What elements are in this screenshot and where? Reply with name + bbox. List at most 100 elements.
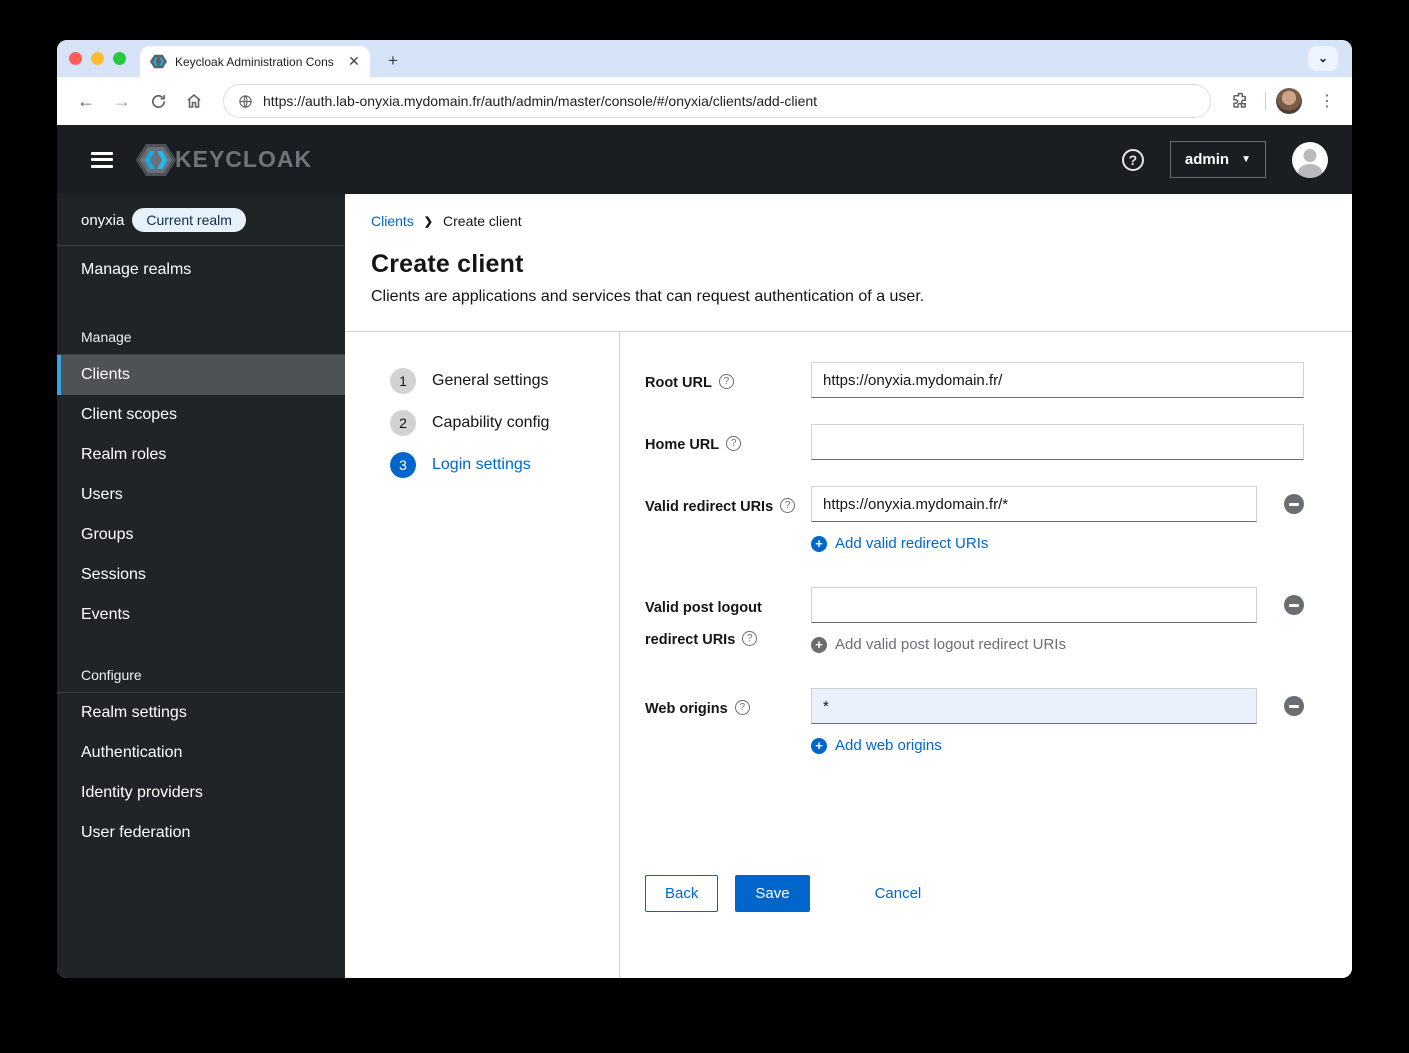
url-input[interactable] [263, 93, 1196, 109]
page-subtitle: Clients are applications and services th… [371, 288, 925, 305]
step-number: 2 [390, 410, 416, 436]
address-bar[interactable] [223, 84, 1211, 118]
web-origins-row: Web origins ? + Add web origins [645, 688, 1304, 755]
wizard-step-general-settings[interactable]: 1 General settings [390, 368, 619, 394]
valid-redirect-uris-label-text: Valid redirect URIs [645, 499, 774, 515]
realm-name: onyxia [81, 211, 125, 229]
valid-redirect-uris-row: Valid redirect URIs ? + Add valid redire… [645, 486, 1304, 553]
wizard-step-capability-config[interactable]: 2 Capability config [390, 410, 619, 436]
tab-close-icon[interactable]: ✕ [346, 53, 362, 70]
remove-web-origin-icon[interactable] [1284, 696, 1304, 716]
keycloak-favicon [150, 54, 167, 69]
user-dropdown-label: admin [1184, 151, 1230, 168]
form-actions: Back Save Cancel [645, 875, 1304, 952]
step-label: Capability config [432, 414, 550, 431]
sidebar-item-user-federation[interactable]: User federation [57, 813, 345, 853]
sidebar-item-users[interactable]: Users [57, 475, 345, 515]
root-url-input[interactable] [811, 362, 1304, 398]
sidebar-item-groups[interactable]: Groups [57, 515, 345, 555]
sidebar-item-authentication[interactable]: Authentication [57, 733, 345, 773]
step-label: Login settings [432, 456, 531, 473]
toolbar-divider [1265, 92, 1266, 110]
user-dropdown[interactable]: admin ▼ [1169, 141, 1266, 178]
add-web-origins-link[interactable]: + Add web origins [811, 737, 942, 754]
home-icon[interactable] [179, 86, 209, 116]
web-origins-label-text: Web origins [645, 701, 728, 717]
home-url-input[interactable] [811, 424, 1304, 460]
breadcrumb-clients-link[interactable]: Clients [371, 213, 414, 229]
web-origin-input[interactable] [811, 688, 1257, 724]
breadcrumb-current: Create client [443, 213, 522, 229]
root-url-row: Root URL ? [645, 362, 1304, 398]
valid-redirect-uri-input[interactable] [811, 486, 1257, 522]
sidebar-item-sessions[interactable]: Sessions [57, 555, 345, 595]
zoom-window-button[interactable] [113, 52, 126, 65]
reload-icon[interactable] [143, 86, 173, 116]
current-realm-badge: Current realm [132, 208, 246, 232]
home-url-row: Home URL ? [645, 424, 1304, 460]
add-valid-redirect-uris-label: Add valid redirect URIs [835, 535, 989, 552]
sidebar-item-identity-providers[interactable]: Identity providers [57, 773, 345, 813]
root-url-label: Root URL ? [645, 362, 811, 398]
sidebar-item-client-scopes[interactable]: Client scopes [57, 395, 345, 435]
plus-circle-icon: + [811, 535, 827, 552]
extensions-icon[interactable] [1225, 86, 1255, 116]
wizard-step-login-settings[interactable]: 3 Login settings [390, 452, 619, 478]
post-logout-uris-help-icon[interactable]: ? [742, 631, 758, 646]
step-number: 3 [390, 452, 416, 478]
browser-profile-avatar[interactable] [1276, 88, 1302, 114]
add-valid-redirect-uris-link[interactable]: + Add valid redirect URIs [811, 535, 988, 552]
cancel-link[interactable]: Cancel [875, 885, 922, 902]
add-post-logout-uris-link[interactable]: + Add valid post logout redirect URIs [811, 636, 1066, 653]
realm-selector[interactable]: onyxia Current realm [57, 194, 345, 245]
home-url-help-icon[interactable]: ? [726, 436, 742, 451]
web-origins-help-icon[interactable]: ? [734, 700, 750, 715]
root-url-help-icon[interactable]: ? [718, 374, 734, 389]
remove-redirect-uri-icon[interactable] [1284, 494, 1304, 514]
tab-strip: Keycloak Administration Cons ✕ + ⌄ [57, 40, 1352, 77]
add-web-origins-label: Add web origins [835, 737, 942, 754]
user-avatar[interactable] [1292, 141, 1328, 178]
page-header: Clients ❯ Create client Create client Cl… [345, 194, 1352, 331]
valid-redirect-uris-help-icon[interactable]: ? [780, 498, 796, 513]
post-logout-uri-input[interactable] [811, 587, 1257, 623]
home-url-label-text: Home URL [645, 437, 720, 453]
close-window-button[interactable] [69, 52, 82, 65]
browser-menu-icon[interactable]: ⋮ [1312, 86, 1342, 116]
login-settings-form: Root URL ? Home URL ? [620, 332, 1352, 978]
hamburger-menu-icon[interactable] [91, 151, 113, 168]
site-info-globe-icon[interactable] [238, 94, 253, 109]
minimize-window-button[interactable] [91, 52, 104, 65]
remove-post-logout-uri-icon[interactable] [1284, 595, 1304, 615]
keycloak-logo[interactable]: KEYCLOAK [135, 141, 312, 179]
post-logout-label-line2: redirect URIs [645, 632, 736, 648]
sidebar-nav: onyxia Current realm Manage realms Manag… [57, 194, 345, 978]
sidebar-item-manage-realms[interactable]: Manage realms [57, 250, 345, 297]
post-logout-uris-row: Valid post logout redirect URIs ? + Add … [645, 587, 1304, 654]
browser-toolbar: ← → ⋮ [57, 77, 1352, 125]
sidebar-item-events[interactable]: Events [57, 595, 345, 635]
forward-icon[interactable]: → [107, 86, 137, 116]
sidebar-item-realm-roles[interactable]: Realm roles [57, 435, 345, 475]
post-logout-label-line1: Valid post logout [645, 600, 762, 616]
browser-tab[interactable]: Keycloak Administration Cons ✕ [140, 46, 370, 77]
keycloak-logo-icon [136, 143, 176, 176]
home-url-label: Home URL ? [645, 424, 811, 460]
masthead-right: ? admin ▼ [1121, 141, 1328, 178]
wizard-nav: 1 General settings 2 Capability config 3… [345, 332, 620, 978]
valid-redirect-uris-label: Valid redirect URIs ? [645, 486, 811, 553]
plus-circle-icon: + [811, 737, 827, 754]
step-label: General settings [432, 372, 549, 389]
help-icon[interactable]: ? [1121, 148, 1144, 171]
back-button[interactable]: Back [645, 875, 719, 912]
toolbar-right: ⋮ [1225, 86, 1342, 116]
sidebar-divider [57, 245, 345, 246]
sidebar-item-realm-settings[interactable]: Realm settings [57, 693, 345, 733]
breadcrumb: Clients ❯ Create client [371, 213, 1312, 229]
sidebar-item-clients[interactable]: Clients [57, 355, 345, 395]
tab-search-chevron-icon[interactable]: ⌄ [1308, 46, 1338, 71]
back-icon[interactable]: ← [71, 86, 101, 116]
new-tab-button[interactable]: + [380, 48, 406, 74]
save-button[interactable]: Save [735, 875, 810, 912]
tab-title: Keycloak Administration Cons [175, 54, 334, 69]
